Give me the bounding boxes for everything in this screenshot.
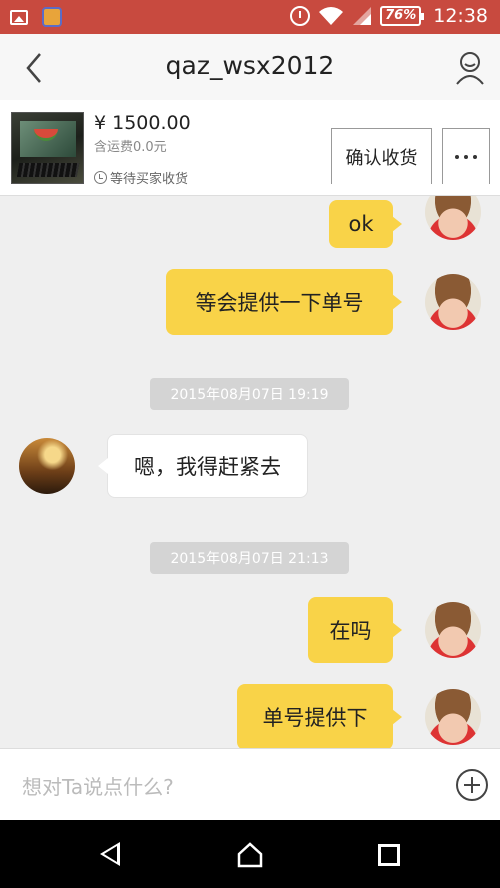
status-bar-notifications	[10, 7, 62, 27]
laptop-keyboard	[16, 163, 80, 177]
back-triangle-icon[interactable]	[100, 842, 120, 866]
order-status: 等待买家收货	[94, 168, 188, 187]
recent-apps-icon[interactable]	[378, 844, 400, 866]
timestamp: 2015年08月07日 19:19	[150, 378, 349, 410]
message-bubble-them[interactable]: 嗯，我得赶紧去	[98, 434, 308, 498]
product-thumbnail[interactable]	[11, 112, 84, 184]
signal-icon	[352, 6, 372, 26]
more-dot	[455, 154, 459, 159]
avatar-me[interactable]	[425, 602, 481, 658]
avatar-me[interactable]	[425, 196, 481, 240]
system-nav-bar	[0, 820, 500, 888]
wifi-icon	[318, 6, 344, 26]
message-bubble-me[interactable]: 等会提供一下单号	[166, 269, 402, 335]
app-icon	[42, 7, 62, 27]
image-icon	[10, 9, 28, 25]
more-dots-icon[interactable]	[442, 128, 490, 184]
status-time: 12:38	[433, 5, 488, 27]
chat-messages[interactable]: ok 等会提供一下单号 2015年08月07日 19:19 嗯，我得赶紧去 20…	[0, 196, 500, 748]
message-bubble-me[interactable]: 在吗	[308, 597, 402, 663]
message-bubble-me[interactable]: ok	[329, 200, 402, 248]
order-status-label: 等待买家收货	[110, 172, 189, 187]
alarm-icon	[290, 6, 311, 26]
plus-circle-icon[interactable]	[456, 769, 488, 801]
message-input[interactable]: 想对Ta说点什么?	[22, 771, 174, 800]
page-title: qaz_wsx2012	[165, 51, 335, 80]
clock-icon	[94, 171, 107, 184]
composer: 想对Ta说点什么?	[0, 748, 500, 820]
status-bar-system: 76% 12:38	[290, 5, 488, 27]
battery-icon: 76%	[380, 6, 425, 26]
message-bubble-me[interactable]: 单号提供下	[237, 684, 402, 748]
user-profile-icon[interactable]	[454, 50, 486, 86]
shipping-note: 含运费0.0元	[94, 140, 167, 155]
avatar-me[interactable]	[425, 689, 481, 745]
status-bar: 76% 12:38	[0, 0, 500, 34]
avatar-me[interactable]	[425, 274, 481, 330]
confirm-receipt-button[interactable]: 确认收货	[331, 128, 432, 184]
more-dot	[473, 154, 477, 159]
title-bar: qaz_wsx2012	[0, 34, 500, 100]
more-dot	[464, 154, 468, 159]
avatar-them[interactable]	[19, 438, 75, 494]
product-price: ¥ 1500.00	[94, 112, 191, 134]
home-icon[interactable]	[237, 842, 263, 868]
timestamp: 2015年08月07日 21:13	[150, 542, 349, 574]
